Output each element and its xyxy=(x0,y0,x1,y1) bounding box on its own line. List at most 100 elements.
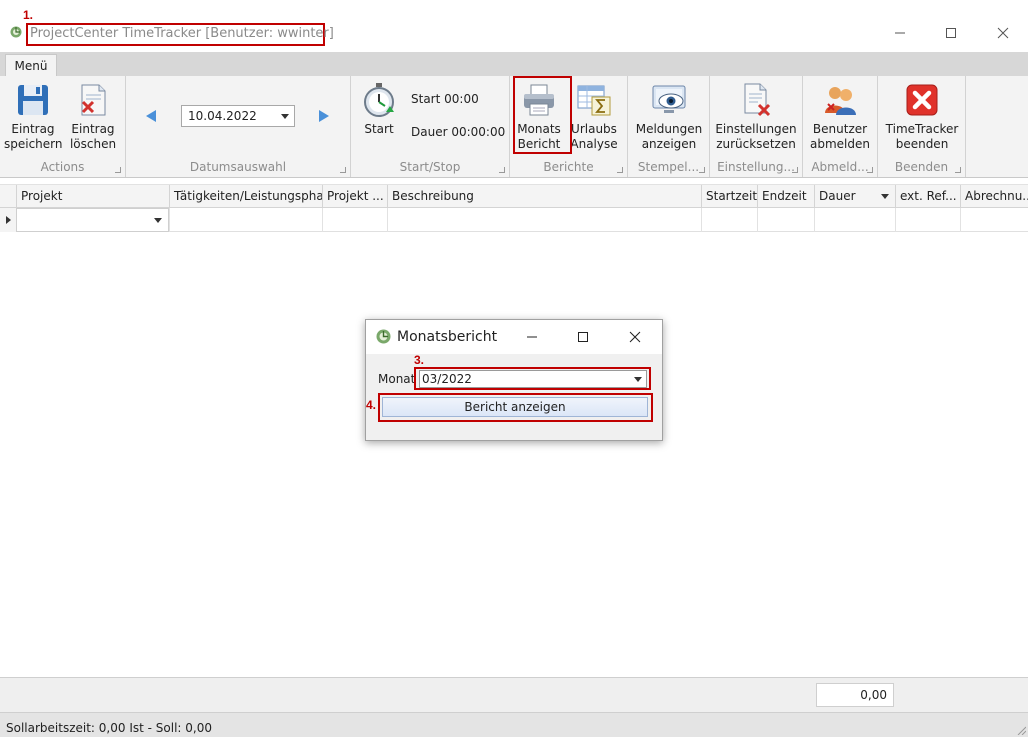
logout-user-button[interactable]: Benutzer abmelden xyxy=(805,78,875,152)
eye-monitor-icon xyxy=(651,82,687,118)
arrow-left-icon xyxy=(146,110,156,122)
minimize-icon xyxy=(895,32,905,34)
grid-header: Projekt Tätigkeiten/Leistungspha... Proj… xyxy=(0,184,1028,209)
group-launcher-startstop[interactable] xyxy=(499,167,505,173)
annotation-box-monthly-report xyxy=(513,76,572,154)
tab-menu[interactable]: Menü xyxy=(5,54,57,76)
group-launcher-settings[interactable] xyxy=(792,167,798,173)
reset-document-icon xyxy=(738,82,774,118)
title-bar: ProjectCenter TimeTracker [Benutzer: wwi… xyxy=(0,14,1028,52)
dialog-maximize-button[interactable] xyxy=(572,326,594,348)
window-title: ProjectCenter TimeTracker [Benutzer: wwi… xyxy=(30,26,334,41)
delete-entry-button[interactable]: Eintrag löschen xyxy=(64,78,122,152)
month-label: Monat xyxy=(378,372,416,386)
cell-projekt-2[interactable] xyxy=(322,208,387,232)
group-launcher-stempel[interactable] xyxy=(699,167,705,173)
cell-dauer[interactable] xyxy=(814,208,895,232)
status-bar: Sollarbeitszeit: 0,00 Ist - Soll: 0,00 xyxy=(0,712,1028,737)
col-header-dauer[interactable]: Dauer xyxy=(814,185,895,209)
dialog-title: Monatsbericht xyxy=(397,329,498,345)
close-red-icon xyxy=(904,82,940,118)
stopwatch-icon xyxy=(361,82,397,118)
group-label-quit: Beenden xyxy=(894,160,949,174)
save-entry-button[interactable]: Eintrag speichern xyxy=(4,78,63,152)
resize-grip-icon[interactable] xyxy=(1016,725,1026,735)
dialog-minimize-button[interactable] xyxy=(521,326,543,348)
cell-abrechnung[interactable] xyxy=(960,208,1028,232)
arrow-right-icon xyxy=(319,110,329,122)
maximize-button[interactable] xyxy=(938,22,964,44)
previous-day-button[interactable] xyxy=(143,108,159,124)
maximize-icon xyxy=(578,332,588,342)
dialog-title-bar: Monatsbericht xyxy=(366,320,662,354)
start-time: Start 00:00 xyxy=(411,92,479,106)
group-label-startstop: Start/Stop xyxy=(399,160,461,174)
save-icon xyxy=(15,82,51,118)
summary-bar: 0,00 xyxy=(0,677,1028,712)
next-day-button[interactable] xyxy=(316,108,332,124)
show-messages-button[interactable]: Meldungen anzeigen xyxy=(632,78,706,152)
group-launcher-actions[interactable] xyxy=(115,167,121,173)
col-header-projekt[interactable]: Projekt xyxy=(16,185,169,209)
date-picker[interactable]: 10.04.2022 xyxy=(181,105,295,127)
group-stempel: Meldungen anzeigen Stempel... xyxy=(628,76,710,177)
dialog-close-button[interactable] xyxy=(624,326,646,348)
show-messages-label: Meldungen anzeigen xyxy=(635,122,703,151)
group-launcher-date[interactable] xyxy=(340,167,346,173)
ribbon-tab-strip: Menü xyxy=(0,52,1028,76)
cell-beschreibung[interactable] xyxy=(387,208,701,232)
col-header-beschreibung[interactable]: Beschreibung xyxy=(387,185,701,209)
users-icon xyxy=(822,82,858,118)
annotation-box-month xyxy=(414,367,651,390)
chevron-down-icon[interactable] xyxy=(881,194,889,200)
group-label-settings: Einstellung... xyxy=(717,160,795,174)
group-quit: TimeTracker beenden Beenden xyxy=(878,76,966,177)
reset-settings-label: Einstellungen zurücksetzen xyxy=(715,122,797,151)
date-value: 10.04.2022 xyxy=(188,109,257,123)
col-header-taetigkeiten[interactable]: Tätigkeiten/Leistungspha... xyxy=(169,185,322,209)
group-launcher-logout[interactable] xyxy=(867,167,873,173)
chevron-down-icon[interactable] xyxy=(281,114,289,119)
duration: Dauer 00:00:00 xyxy=(411,125,506,139)
close-icon xyxy=(997,27,1009,39)
cell-endzeit[interactable] xyxy=(757,208,814,232)
group-label-date: Datumsauswahl xyxy=(189,160,287,174)
col-header-startzeit[interactable]: Startzeit xyxy=(701,185,757,209)
quit-timetracker-button[interactable]: TimeTracker beenden xyxy=(881,78,963,152)
app-icon xyxy=(376,329,391,344)
annotation-3: 3. xyxy=(414,353,425,367)
group-actions: Eintrag speichern Eintrag löschen Actions xyxy=(0,76,126,177)
reset-settings-button[interactable]: Einstellungen zurücksetzen xyxy=(712,78,800,152)
group-label-actions: Actions xyxy=(40,160,85,174)
cell-startzeit[interactable] xyxy=(701,208,757,232)
chevron-down-icon[interactable] xyxy=(154,218,162,224)
col-header-endzeit[interactable]: Endzeit xyxy=(757,185,814,209)
app-icon xyxy=(10,26,22,38)
delete-entry-label: Eintrag löschen xyxy=(69,122,117,151)
table-row[interactable] xyxy=(0,208,1028,232)
col-header-ext-ref[interactable]: ext. Ref... xyxy=(895,185,960,209)
group-settings: Einstellungen zurücksetzen Einstellung... xyxy=(710,76,803,177)
sum-table-icon xyxy=(576,82,612,118)
group-startstop: Start Start 00:00 Dauer 00:00:00 Start/S… xyxy=(351,76,510,177)
group-launcher-reports[interactable] xyxy=(617,167,623,173)
cell-taetigkeiten[interactable] xyxy=(169,208,322,232)
save-entry-label: Eintrag speichern xyxy=(4,122,63,151)
close-icon xyxy=(629,331,641,343)
col-header-projekt-2[interactable]: Projekt ... xyxy=(322,185,387,209)
cell-projekt-select[interactable] xyxy=(16,208,169,232)
cell-ext-ref[interactable] xyxy=(895,208,960,232)
vacation-analysis-button[interactable]: Urlaubs Analyse xyxy=(570,78,618,152)
col-header-abrechnung[interactable]: Abrechnu... xyxy=(960,185,1028,209)
start-button[interactable]: Start xyxy=(357,78,401,137)
group-logout: Benutzer abmelden Abmeld... xyxy=(803,76,878,177)
quit-timetracker-label: TimeTracker beenden xyxy=(885,122,959,151)
group-label-logout: Abmeld... xyxy=(811,160,869,174)
maximize-icon xyxy=(946,28,956,38)
group-launcher-quit[interactable] xyxy=(955,167,961,173)
vacation-analysis-label: Urlaubs Analyse xyxy=(570,122,618,151)
group-label-reports: Berichte xyxy=(543,160,594,174)
close-button[interactable] xyxy=(990,22,1016,44)
delete-entry-icon xyxy=(75,82,111,118)
minimize-button[interactable] xyxy=(887,22,913,44)
